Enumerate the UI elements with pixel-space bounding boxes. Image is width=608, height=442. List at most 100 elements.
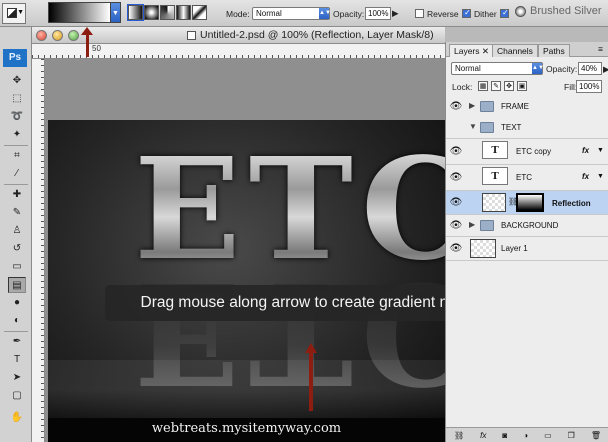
dodge-tool-icon[interactable]: ◐ [8, 313, 26, 329]
chevron-down-icon: ▲▼ [319, 8, 331, 19]
crop-tool-icon[interactable]: ⌗ [8, 148, 26, 164]
close-window-button[interactable] [36, 30, 47, 41]
document-window: Untitled-2.psd @ 100% (Reflection, Layer… [32, 27, 445, 442]
adjustment-icon[interactable]: ◑ [523, 431, 528, 440]
fx-icon[interactable]: fx [582, 146, 589, 155]
path-select-tool-icon[interactable]: ➤ [8, 370, 26, 386]
vertical-ruler[interactable] [32, 59, 45, 442]
lasso-tool-icon[interactable]: ➰ [8, 109, 26, 125]
eye-icon[interactable]: 👁 [449, 197, 463, 209]
angle-gradient-button[interactable] [160, 5, 175, 20]
arrow-shaft [309, 352, 313, 411]
linear-gradient-button[interactable] [127, 4, 144, 21]
folder-icon [480, 220, 494, 231]
layer-thumbnail [470, 239, 496, 258]
eye-icon[interactable]: 👁 [449, 220, 463, 232]
blend-mode-select[interactable]: Normal ▲▼ [451, 62, 544, 75]
eye-icon[interactable] [449, 122, 463, 134]
hand-tool-icon[interactable]: ✋ [8, 410, 26, 426]
mask-icon[interactable]: ◙ [502, 431, 507, 440]
eye-icon[interactable]: 👁 [449, 243, 463, 255]
brush-tool-icon[interactable]: ✎ [8, 205, 26, 221]
chevron-down-icon[interactable]: ▼ [597, 173, 604, 180]
lock-pixels-icon[interactable]: ✎ [491, 81, 501, 91]
layer-row-etc[interactable]: 👁 T ETC fx ▼ [446, 165, 608, 191]
layer-row-background[interactable]: 👁 ▶ BACKGROUND [446, 215, 608, 237]
tab-channels[interactable]: Channels [492, 44, 538, 57]
layer-name: TEXT [501, 123, 522, 132]
fx-icon[interactable]: fx [582, 172, 589, 181]
opacity-input[interactable]: 100% [365, 7, 391, 20]
collapse-triangle-icon[interactable]: ▼ [469, 122, 477, 131]
magic-wand-tool-icon[interactable]: ✦ [8, 127, 26, 143]
gradient-tool-icon[interactable]: ▤ [8, 277, 26, 293]
eye-icon[interactable]: 👁 [449, 172, 463, 184]
eyedropper-tool-icon[interactable]: ⁄ [8, 166, 26, 182]
dither-label: Dither [474, 9, 497, 19]
document-canvas[interactable]: ETC ETC webtreats.mysitemyway.com [48, 120, 445, 442]
eye-icon[interactable]: 👁 [449, 101, 463, 113]
layer-row-reflection[interactable]: 👁 ⛓ Reflection [446, 191, 608, 215]
reverse-checkbox[interactable] [415, 9, 424, 18]
history-brush-tool-icon[interactable]: ↺ [8, 241, 26, 257]
layer-opacity-input[interactable]: 40% [578, 62, 602, 75]
fx-icon[interactable]: fx [480, 431, 486, 440]
folder-icon[interactable]: ▭ [544, 431, 552, 440]
clone-stamp-tool-icon[interactable]: ♙ [8, 223, 26, 239]
layer-name: Layer 1 [501, 244, 528, 253]
trash-icon[interactable]: 🗑 [591, 431, 601, 440]
expand-triangle-icon[interactable]: ▶ [469, 220, 475, 229]
lock-position-icon[interactable]: ✥ [504, 81, 514, 91]
toolbox-divider [4, 331, 28, 332]
panel-menu-icon[interactable]: ≡ [598, 44, 603, 54]
mode-select[interactable]: Normal ▲▼ [252, 7, 331, 20]
layer-mask-thumbnail[interactable] [516, 193, 544, 212]
radial-gradient-button[interactable] [144, 5, 159, 20]
fill-input[interactable]: 100% [576, 80, 602, 93]
shape-tool-icon[interactable]: ▢ [8, 388, 26, 404]
layer-row-etc-copy[interactable]: 👁 T ETC copy fx ▼ [446, 139, 608, 165]
tab-paths[interactable]: Paths [538, 44, 570, 57]
gradient-editor-swatch[interactable] [48, 2, 111, 23]
lock-transparency-icon[interactable]: ▦ [478, 81, 488, 91]
photoshop-logo: Ps [3, 49, 27, 67]
toolbox-divider [4, 145, 28, 146]
blur-tool-icon[interactable]: ● [8, 295, 26, 311]
tool-preset-picker[interactable]: ▼ [2, 3, 26, 24]
zoom-window-button[interactable] [68, 30, 79, 41]
new-layer-icon[interactable]: ❐ [568, 431, 575, 440]
reflected-gradient-button[interactable] [176, 5, 191, 20]
eraser-tool-icon[interactable]: ▭ [8, 259, 26, 275]
layer-row-layer-1[interactable]: 👁 Layer 1 [446, 237, 608, 261]
layer-name: BACKGROUND [501, 221, 559, 230]
diamond-gradient-button[interactable] [192, 5, 207, 20]
type-tool-icon[interactable]: T [8, 352, 26, 368]
marquee-tool-icon[interactable]: ⬚ [8, 91, 26, 107]
layer-row-text[interactable]: ▼ TEXT [446, 117, 608, 139]
toolbox-divider [4, 184, 28, 185]
eye-icon[interactable]: 👁 [449, 146, 463, 158]
document-title: Untitled-2.psd @ 100% (Reflection, Layer… [200, 29, 434, 41]
layer-row-frame[interactable]: 👁 ▶ FRAME [446, 96, 608, 118]
reverse-label: Reverse [427, 9, 459, 19]
expand-triangle-icon[interactable]: ▶ [469, 101, 475, 110]
lock-all-icon[interactable]: ▣ [517, 81, 527, 91]
move-tool-icon[interactable]: ✥ [8, 73, 26, 89]
opacity-arrow-icon[interactable]: ▶ [392, 8, 399, 19]
dither-checkbox[interactable] [462, 8, 471, 18]
healing-tool-icon[interactable]: ✚ [8, 187, 26, 203]
link-icon[interactable]: ⛓ [454, 431, 464, 440]
chevron-down-icon[interactable]: ▼ [597, 147, 604, 154]
minimize-window-button[interactable] [52, 30, 63, 41]
tab-layers[interactable]: Layers ✕ [449, 44, 494, 57]
layer-opacity-label: Opacity: [546, 64, 578, 74]
transparency-checkbox[interactable] [500, 8, 509, 18]
pen-tool-icon[interactable]: ✒ [8, 334, 26, 350]
gradient-picker-dropdown[interactable]: ▼ [111, 2, 121, 23]
gradient-tool-icon [7, 8, 17, 18]
opacity-arrow-icon[interactable]: ▶ [603, 64, 608, 75]
text-layer-thumbnail: T [482, 167, 508, 185]
layers-panel-footer: ⛓ fx ◙ ◑ ▭ ❐ 🗑 [446, 427, 608, 442]
layer-name: FRAME [501, 102, 529, 111]
toolbox: Ps ✥ ⬚ ➰ ✦ ⌗ ⁄ ✚ ✎ ♙ ↺ ▭ ▤ ● ◐ ✒ T ➤ ▢ ✋ [0, 27, 32, 442]
